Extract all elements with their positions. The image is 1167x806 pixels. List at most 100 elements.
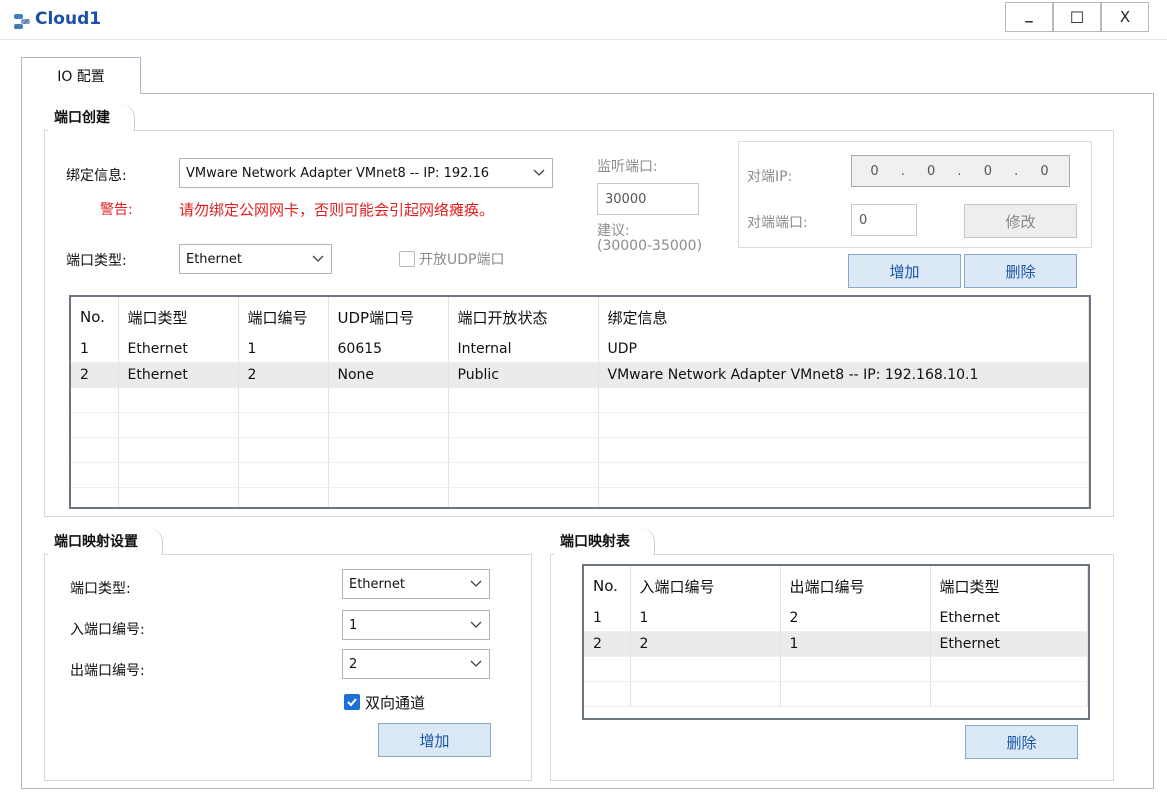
port-type-value: Ethernet [186, 251, 242, 267]
maximize-icon: ☐ [1069, 7, 1085, 27]
empty-row [584, 681, 1088, 707]
map-port-type-select[interactable]: Ethernet [342, 569, 490, 599]
table-cell: 1 [71, 337, 119, 363]
table-cell: 2 [780, 606, 931, 632]
column-header[interactable]: 端口类型 [930, 566, 1088, 606]
table-cell: 1 [630, 606, 781, 632]
table-cell: Internal [448, 337, 599, 363]
chevron-down-icon [533, 169, 545, 176]
port-mapping-table-group: 端口映射表 No. 入端口编号 出端口编号 端口类型 1 1 2 Etherne… [550, 528, 1114, 781]
table-row[interactable]: 1 Ethernet 1 60615 Internal UDP [71, 337, 1089, 363]
port-creation-group: 端口创建 绑定信息: VMware Network Adapter VMnet8… [44, 104, 1114, 517]
table-cell: Ethernet [930, 606, 1088, 632]
modify-button-label: 修改 [1005, 212, 1036, 231]
column-header[interactable]: No. [71, 297, 119, 337]
column-header[interactable]: 端口开放状态 [448, 297, 599, 337]
title-bar[interactable]: Cloud1 _ ☐ X [0, 0, 1167, 40]
table-cell: 1 [238, 337, 329, 363]
bind-info-value: VMware Network Adapter VMnet8 -- IP: 192… [186, 165, 490, 181]
empty-row [71, 387, 1089, 413]
peer-port-value: 0 [859, 212, 868, 228]
listen-port-label: 监听端口: [597, 159, 658, 175]
mapping-table-header: No. 入端口编号 出端口编号 端口类型 [584, 566, 1088, 606]
out-port-value: 2 [349, 656, 358, 672]
port-mapping-settings-label: 端口映射设置 [48, 528, 163, 555]
close-button[interactable]: X [1101, 2, 1149, 32]
tab-label: IO 配置 [57, 69, 105, 85]
delete-port-button[interactable]: 删除 [964, 254, 1077, 288]
add-mapping-button-label: 增加 [419, 731, 450, 750]
tab-io-config[interactable]: IO 配置 [21, 57, 141, 94]
out-port-select[interactable]: 2 [342, 649, 490, 679]
main-area: IO 配置 端口创建 绑定信息: VMware Network Adapter … [0, 40, 1167, 800]
bind-info-select[interactable]: VMware Network Adapter VMnet8 -- IP: 192… [179, 158, 553, 188]
minimize-button[interactable]: _ [1005, 2, 1053, 32]
port-table[interactable]: No. 端口类型 端口编号 UDP端口号 端口开放状态 绑定信息 1 Ether… [69, 295, 1091, 509]
port-mapping-table-label: 端口映射表 [554, 528, 655, 555]
table-cell: 2 [584, 631, 631, 657]
listen-port-input[interactable]: 30000 [597, 183, 699, 215]
table-row[interactable]: 1 1 2 Ethernet [584, 606, 1088, 632]
empty-row [71, 462, 1089, 488]
maximize-button[interactable]: ☐ [1053, 2, 1101, 32]
table-row[interactable]: 2 Ethernet 2 None Public VMware Network … [71, 362, 1089, 388]
peer-ip-input[interactable]: 0 . 0 . 0 . 0 [851, 155, 1070, 187]
column-header[interactable]: 绑定信息 [598, 297, 1089, 337]
suggest-label: 建议: [597, 223, 630, 239]
listen-port-value: 30000 [605, 191, 647, 207]
bind-info-label: 绑定信息: [66, 168, 127, 184]
warning-text: 请勿绑定公网网卡，否则可能会引起网络瘫痪。 [179, 201, 495, 219]
table-row[interactable]: 2 2 1 Ethernet [584, 631, 1088, 657]
table-cell: 60615 [328, 337, 449, 363]
delete-mapping-button[interactable]: 删除 [965, 725, 1078, 759]
add-port-button[interactable]: 增加 [848, 254, 961, 288]
table-cell: Ethernet [118, 362, 239, 388]
table-cell: Public [448, 362, 599, 388]
chevron-down-icon [312, 255, 324, 262]
window-title: Cloud1 [35, 9, 102, 29]
close-icon: X [1119, 8, 1131, 26]
column-header[interactable]: 入端口编号 [630, 566, 781, 606]
port-mapping-table[interactable]: No. 入端口编号 出端口编号 端口类型 1 1 2 Ethernet 2 2 … [582, 564, 1090, 720]
table-cell: 2 [238, 362, 329, 388]
cloud1-window: Cloud1 _ ☐ X IO 配置 端口创建 绑定信息: VMware Net… [0, 0, 1167, 806]
out-port-label: 出端口编号: [70, 663, 145, 679]
bidirectional-label: 双向通道 [365, 694, 426, 712]
peer-port-input[interactable]: 0 [851, 204, 917, 236]
add-mapping-button[interactable]: 增加 [378, 723, 491, 757]
table-cell: None [328, 362, 449, 388]
open-udp-label: 开放UDP端口 [419, 252, 505, 268]
table-cell: 1 [780, 631, 931, 657]
tab-panel: 端口创建 绑定信息: VMware Network Adapter VMnet8… [21, 93, 1154, 789]
table-cell: Ethernet [930, 631, 1088, 657]
column-header[interactable]: 端口类型 [118, 297, 239, 337]
table-cell: UDP [598, 337, 1089, 363]
column-header[interactable]: 端口编号 [238, 297, 329, 337]
in-port-select[interactable]: 1 [342, 610, 490, 640]
open-udp-checkbox[interactable] [399, 251, 415, 267]
table-cell: Ethernet [118, 337, 239, 363]
peer-ip-label: 对端IP: [747, 169, 793, 185]
column-header[interactable]: No. [584, 566, 631, 606]
modify-button[interactable]: 修改 [964, 204, 1077, 238]
suggest-range: (30000-35000) [597, 238, 703, 254]
port-creation-label: 端口创建 [48, 104, 135, 131]
column-header[interactable]: UDP端口号 [328, 297, 449, 337]
delete-port-button-label: 删除 [1005, 262, 1036, 281]
empty-row [71, 487, 1089, 507]
delete-mapping-button-label: 删除 [1006, 733, 1037, 752]
minimize-icon: _ [1025, 5, 1033, 23]
bidirectional-checkbox[interactable] [344, 694, 360, 710]
warning-label: 警告: [100, 202, 133, 218]
table-cell: 2 [630, 631, 781, 657]
port-type-select[interactable]: Ethernet [179, 244, 332, 274]
table-cell: 1 [584, 606, 631, 632]
chevron-down-icon [470, 621, 482, 628]
map-port-type-value: Ethernet [349, 576, 405, 592]
table-cell: VMware Network Adapter VMnet8 -- IP: 192… [598, 362, 1089, 388]
in-port-label: 入端口编号: [70, 622, 145, 638]
empty-row [584, 656, 1088, 682]
port-mapping-settings-group: 端口映射设置 端口类型: Ethernet 入端口编号: 1 出端口编号: 2 [44, 528, 532, 781]
column-header[interactable]: 出端口编号 [780, 566, 931, 606]
cloud-app-icon [14, 14, 30, 30]
